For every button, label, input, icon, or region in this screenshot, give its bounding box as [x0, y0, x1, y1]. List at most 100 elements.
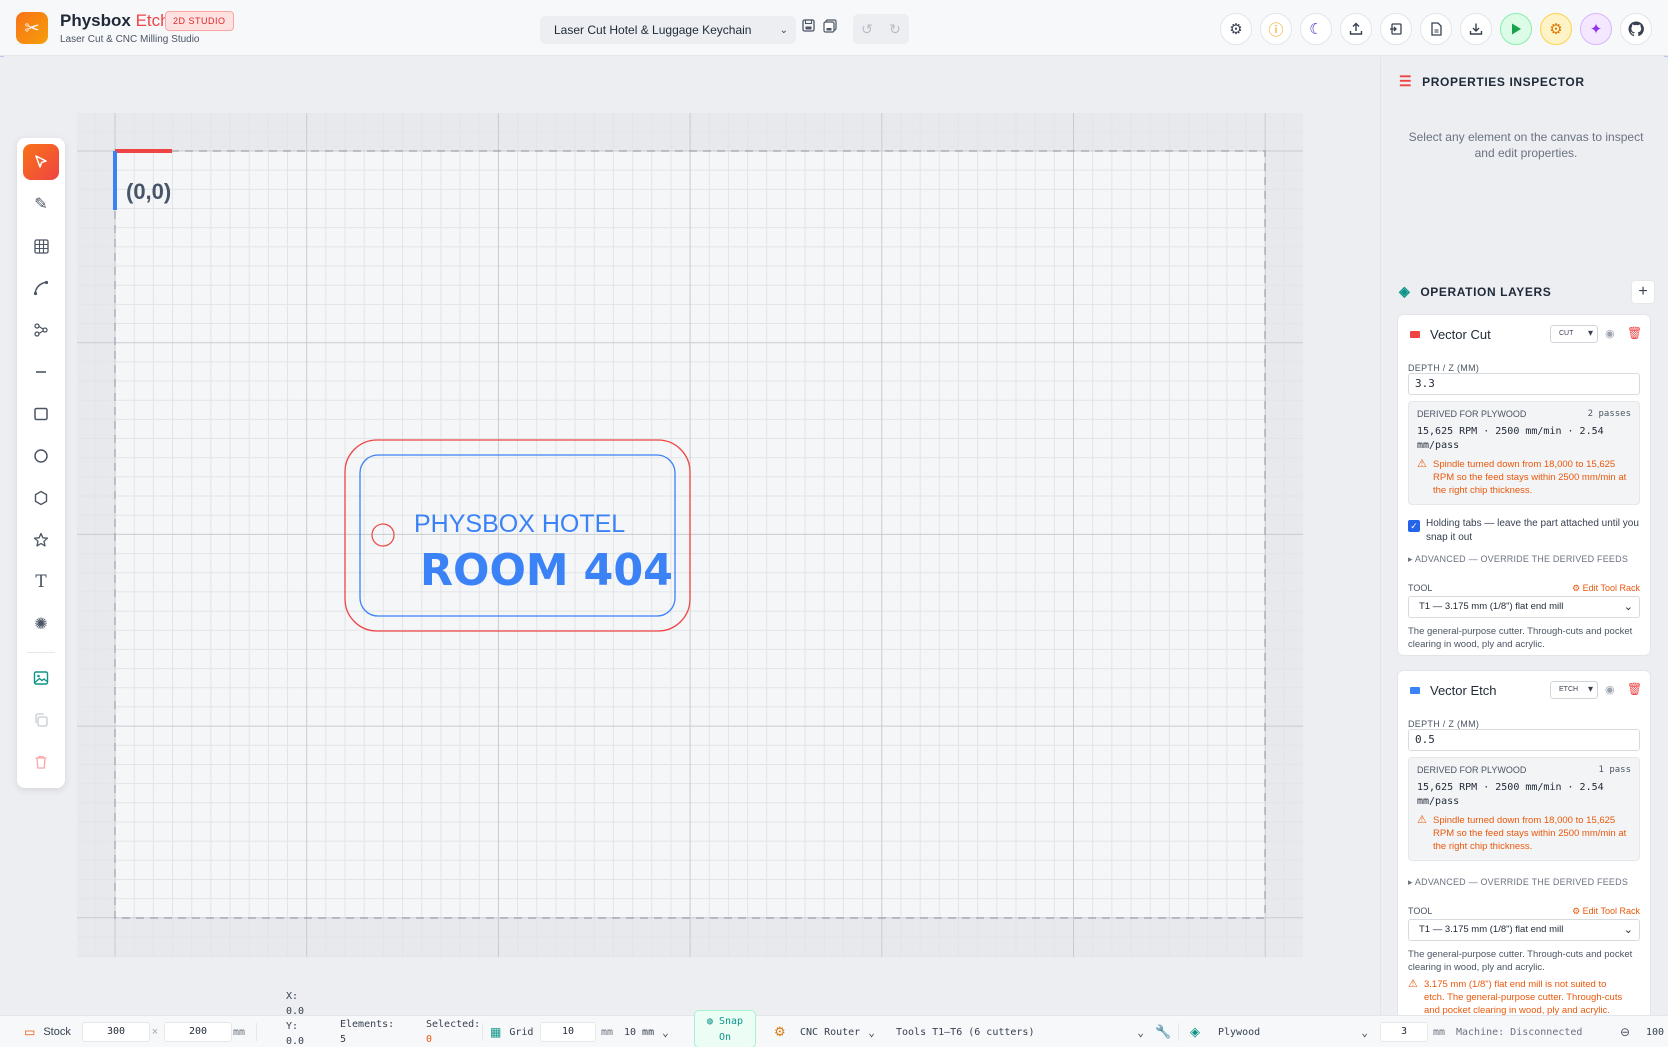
derived-label: DERIVED FOR PLYWOOD: [1417, 409, 1527, 419]
divider: [256, 1023, 257, 1041]
holding-tabs-checkbox[interactable]: ✓: [1408, 520, 1420, 532]
brand-title: Physbox Etch: [60, 11, 170, 31]
material-select-value: Plywood: [1218, 1026, 1261, 1038]
inspector-empty-text: Select any element on the canvas to insp…: [1408, 130, 1644, 160]
thickness-unit: mm: [1433, 1026, 1446, 1038]
image-import-icon[interactable]: [23, 660, 59, 696]
grid-unit-select[interactable]: 10 mm ⌄: [624, 1016, 669, 1047]
rectangle-icon[interactable]: [23, 396, 59, 432]
ai-sparkle-icon[interactable]: ✦: [1580, 13, 1612, 45]
spindle-warning: ⚠ Spindle turned down from 18,000 to 15,…: [1417, 814, 1637, 853]
select-pointer-icon[interactable]: [23, 144, 59, 180]
edit-tool-rack-link[interactable]: ⚙ Edit Tool Rack: [1572, 906, 1640, 917]
import-icon[interactable]: [1380, 13, 1412, 45]
selected-label: Selected:: [426, 1019, 481, 1030]
derived-feeds-box: DERIVED FOR PLYWOOD 2 passes 15,625 RPM …: [1408, 401, 1640, 505]
elements-label: Elements:: [340, 1019, 395, 1030]
machine-group: ⚙: [774, 1016, 786, 1047]
tools-select[interactable]: Tools T1–T6 (6 cutters) ⌄: [896, 1016, 1144, 1047]
grid-unit-select-value: 10 mm: [624, 1026, 655, 1038]
layer-type-select[interactable]: CUT: [1550, 325, 1598, 343]
depth-input[interactable]: 0.5: [1408, 729, 1640, 751]
upload-icon[interactable]: [1340, 13, 1372, 45]
bezier-curve-icon[interactable]: [23, 270, 59, 306]
tool-select-value: T1 — 3.175 mm (1/8") flat end mill: [1419, 924, 1564, 935]
edit-tool-rack-link[interactable]: ⚙ Edit Tool Rack: [1572, 583, 1640, 594]
advanced-toggle[interactable]: ▸ ADVANCED — OVERRIDE THE DERIVED FEEDS: [1408, 554, 1628, 565]
delete-trash-icon[interactable]: [23, 744, 59, 780]
circle-icon[interactable]: [23, 438, 59, 474]
keychain-text-line2[interactable]: ROOM 404: [420, 545, 673, 596]
visibility-eye-icon[interactable]: ◉: [1605, 327, 1615, 340]
layer-color-swatch[interactable]: [1410, 687, 1420, 694]
depth-input[interactable]: 3.3: [1408, 373, 1640, 395]
chevron-down-icon: ⌄: [1361, 1025, 1368, 1039]
project-select[interactable]: Laser Cut Hotel & Luggage Keychain ⌄: [540, 16, 796, 44]
machine-status: Machine: Disconnected: [1456, 1026, 1583, 1038]
info-icon[interactable]: ⓘ: [1260, 13, 1292, 45]
machine-chip-icon[interactable]: ⚙: [1540, 13, 1572, 45]
hexagon-polygon-icon[interactable]: [23, 480, 59, 516]
gear-shape-icon[interactable]: ✺: [23, 606, 59, 642]
keychain-text-line1[interactable]: PHYSBOX HOTEL: [414, 510, 625, 538]
layer-name[interactable]: Vector Etch: [1430, 683, 1496, 698]
depth-label: DEPTH / Z (MM): [1408, 363, 1480, 373]
grid-group: ▦ Grid: [490, 1016, 533, 1047]
x-value: 0.0: [286, 1006, 305, 1017]
chevron-down-icon: ⌄: [662, 1025, 669, 1039]
undo-icon[interactable]: ↺: [861, 21, 873, 38]
tool-warning-text: 3.175 mm (1/8") flat end mill is not sui…: [1424, 979, 1623, 1016]
node-path-icon[interactable]: [23, 312, 59, 348]
line-icon[interactable]: [23, 354, 59, 390]
layer-card-vector-cut: Vector Cut CUT ◉ 🗑 DEPTH / Z (MM) 3.3 DE…: [1397, 314, 1651, 656]
download-icon[interactable]: [1460, 13, 1492, 45]
layer-name[interactable]: Vector Cut: [1430, 327, 1491, 342]
zoom-out-icon[interactable]: ⊖: [1620, 1016, 1630, 1047]
spindle-warning: ⚠ Spindle turned down from 18,000 to 15,…: [1417, 458, 1637, 497]
warning-triangle-icon: ⚠: [1417, 814, 1427, 826]
thickness-input[interactable]: 3: [1380, 1022, 1428, 1042]
grid-size-input[interactable]: 10: [540, 1022, 596, 1042]
right-panel: ☰ PROPERTIES INSPECTOR Select any elemen…: [1380, 57, 1668, 1030]
snap-toggle-button[interactable]: ◍ Snap On: [694, 1010, 756, 1047]
visibility-eye-icon[interactable]: ◉: [1605, 683, 1615, 696]
star-icon[interactable]: [23, 522, 59, 558]
stock-unit: mm: [233, 1026, 246, 1038]
github-icon[interactable]: [1620, 13, 1652, 45]
grid-table-icon[interactable]: [23, 228, 59, 264]
stock-width-input[interactable]: 300: [82, 1022, 150, 1042]
layer-card-vector-etch: Vector Etch ETCH ◉ 🗑 DEPTH / Z (MM) 0.5 …: [1397, 670, 1651, 1030]
tool-label: TOOL: [1408, 906, 1433, 916]
magnet-icon: ◍: [706, 1016, 713, 1027]
export-file-icon[interactable]: [1420, 13, 1452, 45]
material-layers-icon: ◈: [1190, 1024, 1200, 1039]
material-select[interactable]: Plywood ⌄: [1218, 1016, 1368, 1047]
tool-select[interactable]: T1 — 3.175 mm (1/8") flat end mill ⌄: [1408, 596, 1640, 618]
chevron-down-icon: ⌄: [868, 1025, 875, 1039]
dark-mode-moon-icon[interactable]: ☾: [1300, 13, 1332, 45]
layer-color-swatch[interactable]: [1410, 331, 1420, 338]
tool-select[interactable]: T1 — 3.175 mm (1/8") flat end mill ⌄: [1408, 919, 1640, 941]
delete-layer-trash-icon[interactable]: 🗑: [1627, 326, 1642, 340]
add-layer-button[interactable]: +: [1631, 280, 1655, 304]
save-as-icon[interactable]: [822, 19, 838, 35]
stock-height-input[interactable]: 200: [164, 1022, 232, 1042]
redo-icon[interactable]: ↻: [889, 21, 901, 38]
canvas-grid: (0,0) PHYSBOX HOTEL ROOM 404: [77, 113, 1303, 957]
text-tool-icon[interactable]: T: [23, 564, 59, 600]
layer-header: Vector Cut CUT ◉ 🗑: [1398, 315, 1650, 355]
wrench-icon[interactable]: 🔧: [1155, 1016, 1171, 1047]
save-icon[interactable]: [800, 19, 816, 35]
advanced-toggle[interactable]: ▸ ADVANCED — OVERRIDE THE DERIVED FEEDS: [1408, 877, 1628, 888]
pencil-icon[interactable]: ✎: [23, 186, 59, 222]
y-label: Y:: [286, 1021, 299, 1032]
duplicate-icon[interactable]: [23, 702, 59, 738]
layer-type-select[interactable]: ETCH: [1550, 681, 1598, 699]
run-play-icon[interactable]: [1500, 13, 1532, 45]
design-canvas[interactable]: (0,0) PHYSBOX HOTEL ROOM 404: [0, 57, 1380, 1015]
settings-gear-icon[interactable]: ⚙: [1220, 13, 1252, 45]
chevron-down-icon: ⌄: [1623, 601, 1633, 613]
delete-layer-trash-icon[interactable]: 🗑: [1627, 682, 1642, 696]
snap-state: On: [718, 1032, 732, 1043]
machine-select[interactable]: CNC Router ⌄: [800, 1016, 875, 1047]
